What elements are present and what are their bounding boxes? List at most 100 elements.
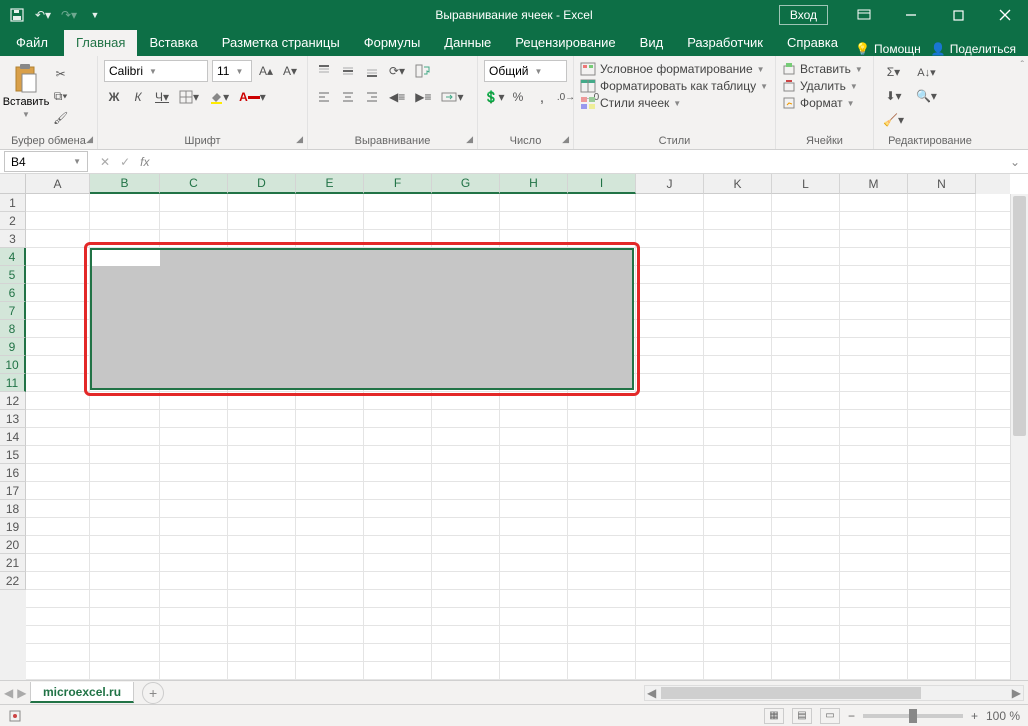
row-header-15[interactable]: 15: [0, 446, 26, 464]
zoom-in-button[interactable]: +: [971, 709, 978, 723]
col-header-B[interactable]: B: [90, 174, 160, 194]
increase-indent-icon[interactable]: ▶≡: [412, 87, 434, 107]
merge-icon[interactable]: ▾: [438, 87, 466, 107]
row-header-10[interactable]: 10: [0, 356, 26, 374]
align-right-icon[interactable]: [362, 87, 382, 107]
tab-home[interactable]: Главная: [64, 30, 137, 56]
row-header-2[interactable]: 2: [0, 212, 26, 230]
macro-record-icon[interactable]: [8, 709, 22, 723]
new-sheet-button[interactable]: +: [142, 682, 164, 704]
zoom-out-button[interactable]: −: [848, 709, 855, 723]
vertical-scrollbar[interactable]: [1010, 194, 1028, 680]
tab-review[interactable]: Рецензирование: [503, 30, 627, 56]
page-break-view-icon[interactable]: ▭: [820, 708, 840, 724]
row-header-16[interactable]: 16: [0, 464, 26, 482]
format-as-table-button[interactable]: Форматировать как таблицу▼: [580, 79, 769, 93]
worksheet-grid[interactable]: ABCDEFGHIJKLMN 1234567891011121314151617…: [0, 174, 1028, 680]
font-dialog-icon[interactable]: ◢: [296, 134, 303, 145]
redo-icon[interactable]: ↷▾: [60, 6, 78, 24]
row-header-9[interactable]: 9: [0, 338, 26, 356]
comma-icon[interactable]: ,: [532, 87, 552, 107]
col-header-L[interactable]: L: [772, 174, 840, 194]
col-header-A[interactable]: A: [26, 174, 90, 194]
collapse-ribbon-icon[interactable]: ˆ: [1021, 60, 1024, 71]
zoom-slider[interactable]: [863, 714, 963, 718]
font-size-combo[interactable]: 11▼: [212, 60, 252, 82]
row-header-19[interactable]: 19: [0, 518, 26, 536]
align-left-icon[interactable]: [314, 87, 334, 107]
maximize-button[interactable]: [935, 0, 981, 30]
ribbon-display-icon[interactable]: [841, 0, 887, 30]
row-header-4[interactable]: 4: [0, 248, 26, 266]
alignment-dialog-icon[interactable]: ◢: [466, 134, 473, 145]
sort-filter-icon[interactable]: A↓▾: [913, 62, 940, 82]
select-all-corner[interactable]: [0, 174, 26, 194]
sheet-nav-buttons[interactable]: ◀▶: [4, 686, 26, 700]
font-color-icon[interactable]: A▾: [236, 87, 269, 107]
normal-view-icon[interactable]: ▦: [764, 708, 784, 724]
row-header-17[interactable]: 17: [0, 482, 26, 500]
expand-formula-bar-icon[interactable]: ⌄: [1002, 155, 1028, 169]
col-header-I[interactable]: I: [568, 174, 636, 194]
row-header-7[interactable]: 7: [0, 302, 26, 320]
col-header-K[interactable]: K: [704, 174, 772, 194]
tell-me-button[interactable]: 💡Помощн: [855, 42, 921, 56]
qat-customize-icon[interactable]: ▼: [86, 6, 104, 24]
cells-area[interactable]: [26, 194, 1010, 680]
row-header-12[interactable]: 12: [0, 392, 26, 410]
align-center-icon[interactable]: [338, 87, 358, 107]
row-header-6[interactable]: 6: [0, 284, 26, 302]
decrease-indent-icon[interactable]: ◀≡: [386, 87, 408, 107]
row-header-1[interactable]: 1: [0, 194, 26, 212]
insert-cells-button[interactable]: Вставить▼: [782, 62, 867, 76]
row-header-8[interactable]: 8: [0, 320, 26, 338]
format-painter-icon[interactable]: 🖌: [50, 108, 71, 128]
col-header-G[interactable]: G: [432, 174, 500, 194]
col-header-F[interactable]: F: [364, 174, 432, 194]
number-dialog-icon[interactable]: ◢: [562, 134, 569, 145]
align-top-icon[interactable]: [314, 61, 334, 81]
italic-button[interactable]: К: [128, 87, 148, 107]
clipboard-dialog-icon[interactable]: ◢: [86, 134, 93, 145]
tab-data[interactable]: Данные: [432, 30, 503, 56]
delete-cells-button[interactable]: Удалить▼: [782, 79, 867, 93]
col-header-H[interactable]: H: [500, 174, 568, 194]
col-header-D[interactable]: D: [228, 174, 296, 194]
bold-button[interactable]: Ж: [104, 87, 124, 107]
tab-formulas[interactable]: Формулы: [352, 30, 433, 56]
underline-button[interactable]: Ч▾: [152, 87, 172, 107]
name-box[interactable]: B4▼: [4, 151, 88, 172]
align-middle-icon[interactable]: [338, 61, 358, 81]
row-headers[interactable]: 12345678910111213141516171819202122: [0, 194, 26, 680]
tab-view[interactable]: Вид: [628, 30, 676, 56]
row-header-11[interactable]: 11: [0, 374, 26, 392]
row-header-21[interactable]: 21: [0, 554, 26, 572]
fill-icon[interactable]: ⬇▾: [880, 86, 907, 106]
close-button[interactable]: [982, 0, 1028, 30]
col-header-E[interactable]: E: [296, 174, 364, 194]
wrap-text-icon[interactable]: [412, 61, 434, 81]
minimize-button[interactable]: [888, 0, 934, 30]
find-select-icon[interactable]: 🔍▾: [913, 86, 940, 106]
row-header-22[interactable]: 22: [0, 572, 26, 590]
share-button[interactable]: 👤Поделиться: [931, 42, 1016, 56]
align-bottom-icon[interactable]: [362, 61, 382, 81]
col-header-J[interactable]: J: [636, 174, 704, 194]
save-icon[interactable]: [8, 6, 26, 24]
fx-icon[interactable]: fx: [140, 155, 149, 169]
copy-icon[interactable]: ⧉▾: [50, 86, 71, 106]
tab-insert[interactable]: Вставка: [137, 30, 209, 56]
format-cells-button[interactable]: Формат▼: [782, 96, 867, 110]
col-header-N[interactable]: N: [908, 174, 976, 194]
cancel-formula-icon[interactable]: ✕: [100, 155, 110, 169]
number-format-combo[interactable]: Общий▼: [484, 60, 567, 82]
cut-icon[interactable]: ✂: [50, 64, 71, 84]
tab-layout[interactable]: Разметка страницы: [210, 30, 352, 56]
accounting-icon[interactable]: 💲▾: [484, 87, 504, 107]
row-header-14[interactable]: 14: [0, 428, 26, 446]
conditional-formatting-button[interactable]: Условное форматирование▼: [580, 62, 769, 76]
increase-decimal-icon[interactable]: .0→: [556, 87, 576, 107]
cell-styles-button[interactable]: Стили ячеек▼: [580, 96, 769, 110]
decrease-font-icon[interactable]: A▾: [280, 61, 300, 81]
fill-color-icon[interactable]: ▾: [206, 87, 232, 107]
